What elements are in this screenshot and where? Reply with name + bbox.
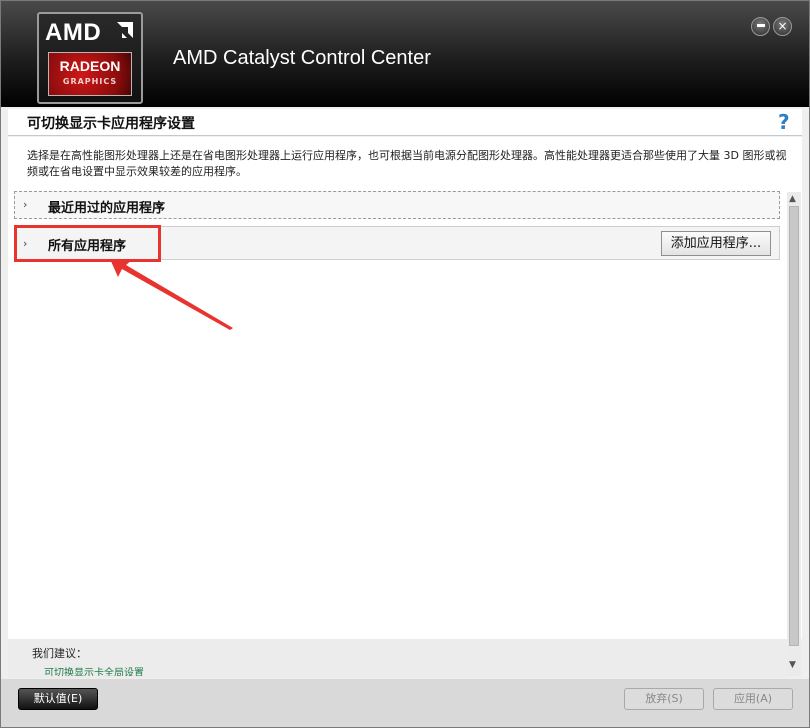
close-icon: × [777, 19, 788, 33]
default-button[interactable]: 默认值(E) [18, 688, 98, 710]
minimize-icon [756, 24, 765, 27]
page-description: 选择是在高性能图形处理器上还是在省电图形处理器上运行应用程序，也可根据当前电源分… [27, 149, 787, 178]
page-title: 可切换显示卡应用程序设置 [27, 116, 195, 132]
logo-radeon-text: RADEON [59, 58, 121, 74]
chevron-right-icon: › [23, 198, 28, 211]
add-application-button[interactable]: 添加应用程序... [661, 231, 771, 256]
logo-amd-text: AMD [45, 19, 102, 46]
amd-arrow-icon [117, 22, 133, 38]
amd-radeon-logo: AMD RADEON GRAPHICS [37, 12, 143, 104]
scroll-down-arrow-icon[interactable]: ▼ [789, 660, 796, 670]
radeon-badge: RADEON GRAPHICS [48, 52, 132, 96]
page-title-bar: 可切换显示卡应用程序设置 ? [8, 109, 802, 136]
help-icon[interactable]: ? [778, 110, 790, 134]
logo-graphics-text: GRAPHICS [62, 77, 118, 86]
minimize-button[interactable] [751, 17, 770, 36]
annotation-arrow [110, 259, 233, 330]
scroll-thumb[interactable] [789, 206, 799, 646]
title-header: AMD RADEON GRAPHICS AMD Catalyst Control… [1, 1, 809, 107]
recommendation-title: 我们建议： [32, 647, 87, 660]
main-content: 选择是在高性能图形处理器上还是在省电图形处理器上运行应用程序，也可根据当前电源分… [8, 137, 802, 639]
scroll-up-arrow-icon[interactable]: ▲ [789, 194, 796, 204]
close-button[interactable]: × [773, 17, 792, 36]
recommendation-panel: 我们建议： 可切换显示卡全局设置 [8, 639, 787, 678]
recent-apps-label: 最近用过的应用程序 [48, 201, 166, 216]
discard-button[interactable]: 放弃(S) [624, 688, 704, 710]
global-settings-link[interactable]: 可切换显示卡全局设置 [44, 664, 144, 676]
app-title: AMD Catalyst Control Center [173, 47, 431, 69]
app-window: AMD RADEON GRAPHICS AMD Catalyst Control… [0, 0, 810, 728]
vertical-scrollbar[interactable]: ▲ ▼ [787, 192, 801, 676]
bottom-bar: 默认值(E) 放弃(S) 应用(A) [1, 679, 809, 727]
recent-apps-group[interactable]: › 最近用过的应用程序 [14, 191, 780, 219]
apply-button[interactable]: 应用(A) [713, 688, 793, 710]
